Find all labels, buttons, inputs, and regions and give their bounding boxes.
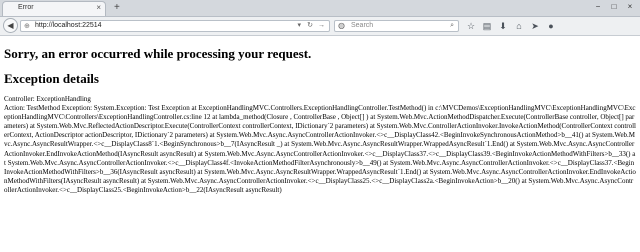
send-icon[interactable]: ➤ — [528, 20, 542, 32]
download-icon[interactable]: ⬇ — [496, 20, 510, 32]
exception-stack-trace: Action: TestMethod Exception: System.Exc… — [4, 104, 637, 194]
address-url: http://localhost:22514 — [35, 22, 102, 29]
tab-title: Error — [18, 4, 34, 11]
reload-icon[interactable]: ↻ — [307, 21, 313, 31]
go-arrow-icon[interactable]: → — [318, 21, 325, 31]
globe-icon: ⊕ — [24, 23, 30, 30]
address-bar[interactable]: ⊕ http://localhost:22514 ▾ ↻ → — [20, 20, 330, 32]
search-placeholder: Search — [351, 22, 374, 29]
star-icon[interactable]: ☆ — [464, 20, 478, 32]
dropdown-arrow-icon[interactable]: ▾ — [297, 21, 301, 31]
navigation-toolbar: ◀ ⊕ http://localhost:22514 ▾ ↻ → ◍ Searc… — [0, 17, 640, 36]
maximize-icon[interactable]: □ — [606, 1, 622, 13]
search-engine-icon: ◍ — [338, 21, 345, 30]
tab-error[interactable]: Error × — [2, 1, 106, 16]
reading-list-icon[interactable]: ▤ — [480, 20, 494, 32]
close-window-icon[interactable]: × — [622, 1, 638, 13]
chat-icon[interactable]: ● — [544, 20, 558, 32]
back-button[interactable]: ◀ — [3, 18, 18, 33]
page-content: Sorry, an error occurred while processin… — [4, 36, 636, 195]
home-icon[interactable]: ⌂ — [512, 20, 526, 32]
new-tab-icon[interactable]: + — [114, 2, 120, 13]
search-go-icon[interactable]: ⌕ — [450, 21, 454, 31]
tab-bar: Error × + − □ × — [0, 0, 640, 17]
minimize-icon[interactable]: − — [590, 1, 606, 13]
search-box[interactable]: ◍ Search ⌕ — [334, 20, 459, 32]
exception-details-heading: Exception details — [4, 71, 99, 86]
error-title: Sorry, an error occurred while processin… — [4, 46, 312, 61]
tab-close-icon[interactable]: × — [96, 3, 101, 13]
controller-name: Controller: ExceptionHandling — [4, 95, 91, 103]
back-arrow-icon: ◀ — [7, 21, 14, 30]
